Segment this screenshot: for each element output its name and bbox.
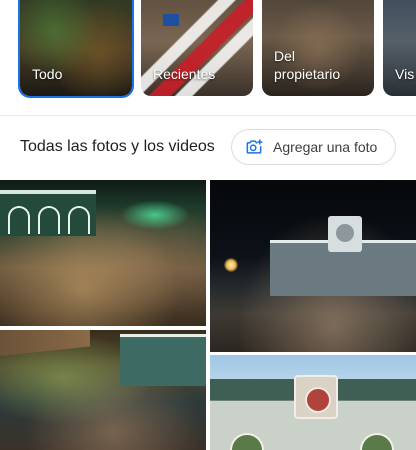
chip-label: Todo [32,66,63,82]
photo-thumbnail[interactable] [210,180,416,352]
photo-detail-building [120,334,206,386]
photo-thumbnail[interactable] [0,180,206,326]
photo-detail-arch [38,206,60,234]
photo-detail-light [120,200,190,230]
photo-detail-lamp [224,258,238,272]
chip-label: Vis [395,66,415,82]
section-title: Todas las fotos y los videos [20,138,215,155]
chip-label: Recientes [153,66,216,82]
chip-del-propietario[interactable]: Del propietario [262,0,374,96]
chip-vis[interactable]: Vis [383,0,416,96]
chip-todo[interactable]: Todo [18,0,134,98]
photo-detail-clock-tower [328,216,362,252]
add-photo-button[interactable]: Agregar una foto [231,129,396,165]
add-photo-camera-icon [246,139,263,154]
add-photo-label: Agregar una foto [273,139,378,155]
photo-detail-roof [0,330,90,356]
flag-thumbnail-detail [163,14,179,26]
photo-thumbnail[interactable] [210,355,416,450]
photo-thumbnail[interactable] [0,330,206,450]
photo-detail-clock [294,375,338,419]
photo-detail-arch [68,206,90,234]
divider [0,115,416,116]
photo-detail-arch [8,206,30,234]
photo-category-chips: Todo Recientes Del propietario Vis [0,0,416,98]
chip-label: Del propietario [274,48,341,82]
photos-page: Todo Recientes Del propietario Vis Todas… [0,0,416,450]
chip-recientes[interactable]: Recientes [141,0,253,96]
